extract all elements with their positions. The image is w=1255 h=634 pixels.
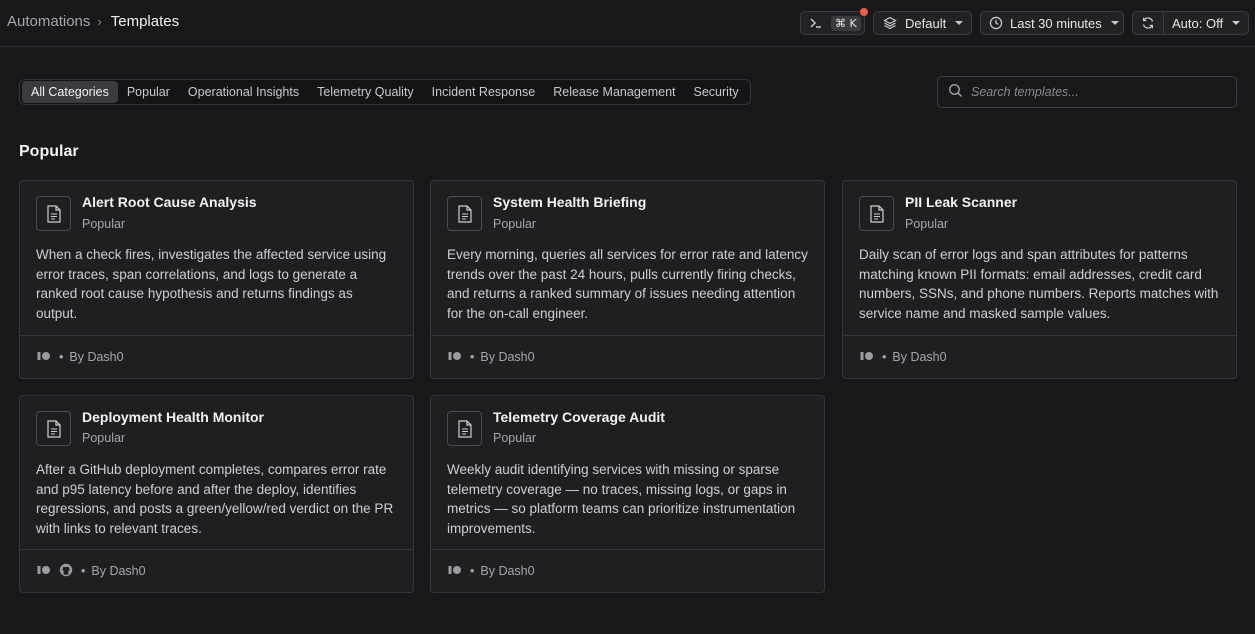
- document-icon: [447, 196, 482, 231]
- tab-operational-insights[interactable]: Operational Insights: [179, 81, 308, 103]
- refresh-icon[interactable]: [1133, 16, 1163, 30]
- terminal-icon: [809, 17, 823, 29]
- auto-refresh-label: Auto: Off: [1172, 15, 1224, 31]
- dataset-selector[interactable]: Default: [873, 11, 972, 35]
- document-icon: [36, 196, 71, 231]
- template-card[interactable]: System Health Briefing Popular Every mor…: [430, 180, 825, 379]
- search-icon: [948, 83, 963, 101]
- breadcrumb-separator: ›: [97, 14, 102, 29]
- page-title: Templates: [110, 13, 180, 30]
- card-author: By Dash0: [892, 350, 947, 364]
- template-card[interactable]: Alert Root Cause Analysis Popular When a…: [19, 180, 414, 379]
- breadcrumb-automations-link[interactable]: Automations: [7, 13, 90, 30]
- card-title: Alert Root Cause Analysis: [82, 194, 257, 210]
- chevron-down-icon: [1232, 21, 1241, 25]
- dash0-icon: [448, 350, 462, 364]
- card-author: By Dash0: [480, 564, 535, 578]
- card-category: Popular: [82, 217, 126, 231]
- template-card[interactable]: Telemetry Coverage Audit Popular Weekly …: [430, 395, 825, 593]
- card-description: After a GitHub deployment completes, com…: [36, 462, 394, 536]
- clock-icon: [989, 16, 1003, 30]
- tab-release-management[interactable]: Release Management: [544, 81, 684, 103]
- chevron-down-icon: [955, 21, 964, 25]
- category-tabs: All Categories Popular Operational Insig…: [19, 79, 751, 105]
- dataset-label: Default: [905, 15, 947, 31]
- notification-dot: [860, 8, 868, 16]
- chevron-down-icon: [1110, 21, 1119, 25]
- time-range-label: Last 30 minutes: [1010, 15, 1102, 31]
- card-author: By Dash0: [480, 350, 535, 364]
- document-icon: [859, 196, 894, 231]
- card-author: By Dash0: [91, 564, 146, 578]
- card-category: Popular: [493, 217, 537, 231]
- search-input[interactable]: [971, 85, 1221, 99]
- github-icon: [59, 563, 73, 580]
- dash0-icon: [448, 564, 462, 578]
- card-description: Weekly audit identifying services with m…: [447, 462, 796, 536]
- card-footer: • By Dash0: [843, 335, 1236, 378]
- card-description: Daily scan of error logs and span attrib…: [859, 247, 1219, 321]
- template-card[interactable]: Deployment Health Monitor Popular After …: [19, 395, 414, 593]
- card-footer: • By Dash0: [431, 335, 824, 378]
- card-category: Popular: [493, 431, 537, 445]
- dash0-icon: [860, 350, 874, 364]
- tab-security[interactable]: Security: [685, 81, 748, 103]
- auto-refresh-control[interactable]: Auto: Off: [1132, 11, 1249, 35]
- tab-popular[interactable]: Popular: [118, 81, 179, 103]
- tab-all-categories[interactable]: All Categories: [22, 81, 118, 103]
- card-title: PII Leak Scanner: [905, 194, 1018, 210]
- command-shortcut-badge: ⌘ K: [831, 15, 861, 31]
- card-category: Popular: [82, 431, 126, 445]
- tab-incident-response[interactable]: Incident Response: [423, 81, 545, 103]
- document-icon: [36, 411, 71, 446]
- command-palette-button[interactable]: ⌘ K: [800, 8, 868, 35]
- card-footer: • By Dash0: [20, 549, 413, 592]
- tab-telemetry-quality[interactable]: Telemetry Quality: [308, 81, 423, 103]
- card-title: Telemetry Coverage Audit: [493, 409, 665, 425]
- dash0-icon: [37, 564, 51, 578]
- time-range-selector[interactable]: Last 30 minutes: [980, 11, 1124, 35]
- document-icon: [447, 411, 482, 446]
- toolbar-divider: [1163, 12, 1164, 34]
- section-title: Popular: [19, 143, 79, 160]
- search-box: [937, 76, 1237, 108]
- card-title: Deployment Health Monitor: [82, 409, 265, 425]
- card-category: Popular: [905, 217, 949, 231]
- layers-icon: [883, 16, 897, 30]
- breadcrumb: Automations › Templates: [7, 13, 179, 30]
- template-card[interactable]: PII Leak Scanner Popular Daily scan of e…: [842, 180, 1237, 379]
- card-title: System Health Briefing: [493, 194, 647, 210]
- card-description: When a check fires, investigates the aff…: [36, 247, 387, 321]
- dash0-icon: [37, 350, 51, 364]
- card-footer: • By Dash0: [431, 549, 824, 592]
- top-bar: Automations › Templates ⌘ K Default Last…: [0, 0, 1255, 47]
- card-footer: • By Dash0: [20, 335, 413, 378]
- card-author: By Dash0: [69, 350, 124, 364]
- card-description: Every morning, queries all services for …: [447, 247, 808, 321]
